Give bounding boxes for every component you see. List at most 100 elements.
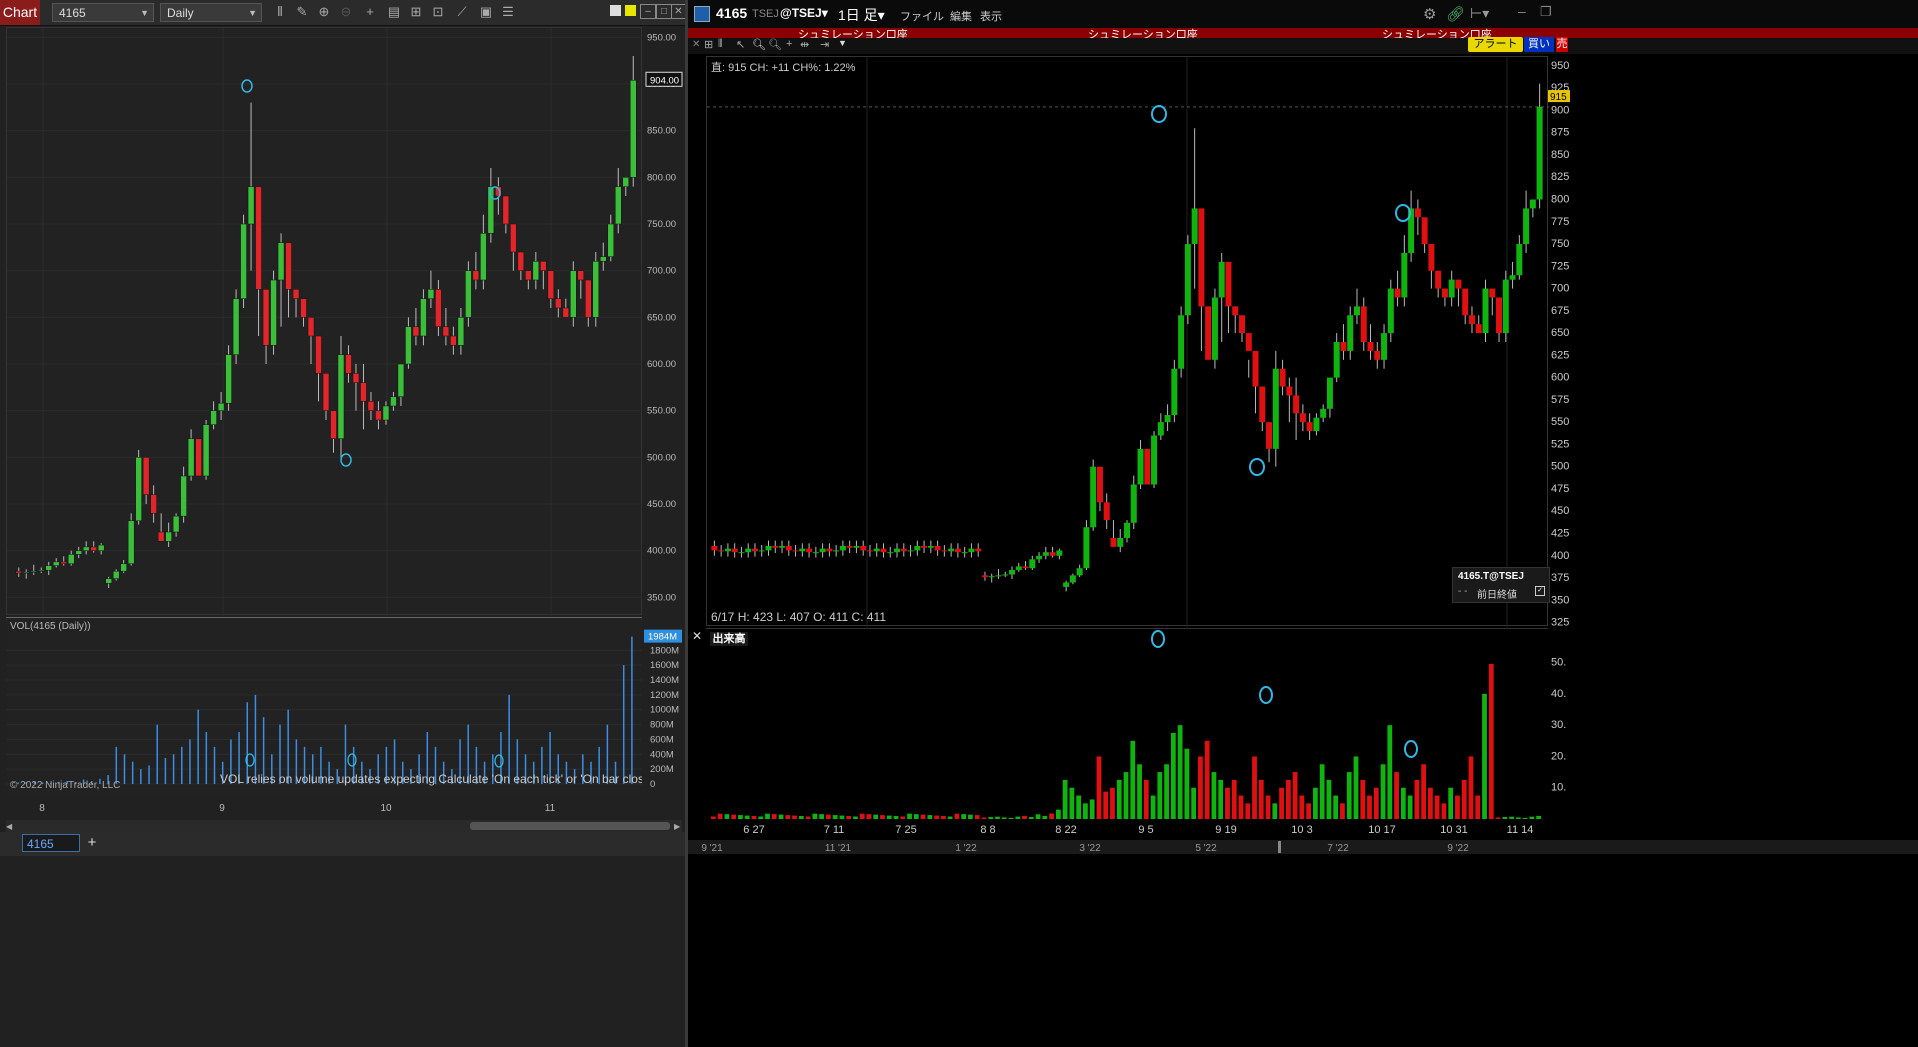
candle-body <box>961 552 968 554</box>
time-tick-label: 10 <box>380 803 392 814</box>
data-box-icon[interactable]: ▤ <box>386 4 402 20</box>
cursor-icon[interactable]: ↖ <box>736 38 745 51</box>
close-panel-icon[interactable]: ✕ <box>692 629 702 643</box>
volume-bar <box>1495 817 1501 819</box>
fit-icon[interactable]: ⇹ <box>800 38 809 51</box>
link-icon[interactable]: 🔗︎ <box>1446 5 1465 23</box>
indicators-icon[interactable]: ▣ <box>478 4 494 20</box>
candle-body <box>1482 288 1489 334</box>
overview-scrollbar[interactable]: 9 '21 11 '21 1 '22 3 '22 5 '22 7 '22 9 '22 <box>688 840 1918 854</box>
candle-body <box>210 410 217 425</box>
minimize-icon[interactable]: – <box>640 4 656 19</box>
crosshair-icon[interactable]: + <box>362 4 378 20</box>
candle-body <box>1137 448 1144 485</box>
instrument-selector[interactable]: 4165 ▼ <box>52 3 154 22</box>
price-tick-label: 750.00 <box>647 219 676 230</box>
chart-app-icon <box>694 6 710 22</box>
volume-bar <box>1482 693 1487 819</box>
time-axis[interactable]: 8 9 10 11 <box>6 797 642 817</box>
scroll-left-icon[interactable]: ◀ <box>6 822 12 831</box>
candle-body <box>1387 288 1394 334</box>
draw-icon[interactable]: ✎ <box>294 4 310 20</box>
candle-body <box>1374 350 1381 360</box>
candle-body <box>382 405 390 421</box>
gear-icon[interactable]: ⚙ <box>1423 5 1436 23</box>
bar-type-icon[interactable]: ⫴ <box>272 4 288 20</box>
zoom-out-icon[interactable]: 🔍︎ <box>768 38 782 51</box>
volume-bar <box>1299 795 1305 819</box>
close-icon[interactable]: ✕ <box>671 4 686 19</box>
buy-button[interactable]: 買い <box>1524 37 1554 52</box>
candle-body <box>1529 199 1536 209</box>
minimize-icon[interactable]: – <box>1518 3 1526 19</box>
price-panel[interactable]: 直: 915 CH: +11 CH%: 1.22% 6/17 H: 423 L:… <box>706 56 1550 627</box>
zoom-in-icon[interactable]: ⊕ <box>316 4 332 20</box>
restore-icon[interactable]: ❐ <box>1540 4 1552 20</box>
volume-bar <box>1231 779 1237 819</box>
exchange-selector[interactable]: @TSEJ▾ <box>780 6 828 20</box>
drawing-objects-icon[interactable]: ☰ <box>500 4 516 20</box>
volume-bar <box>907 813 912 819</box>
volume-panel[interactable]: VOL(4165 (Daily)) VOL relies on volume u… <box>6 617 653 795</box>
templates-icon[interactable]: ⊡ <box>430 4 446 20</box>
bars-icon[interactable]: ⫴ <box>718 38 723 51</box>
alert-button[interactable]: アラート <box>1468 37 1523 52</box>
volume-bar <box>1157 772 1163 819</box>
close-panel-icon[interactable]: ✕ <box>692 39 700 50</box>
candle-body <box>1205 306 1212 360</box>
candle-body <box>562 307 570 318</box>
volume-panel[interactable]: ✕ 出来高 <box>692 628 1548 820</box>
time-axis[interactable]: 6 27 7 11 7 25 8 8 8 22 9 5 9 19 10 3 10 17 10 31… <box>706 820 1548 838</box>
menu-edit[interactable]: 編集 <box>950 8 972 24</box>
volume-bar <box>1434 795 1440 819</box>
volume-bar <box>1448 787 1454 819</box>
volume-bar <box>1177 725 1183 819</box>
volume-bar <box>995 816 1000 819</box>
candle-body <box>82 546 90 551</box>
maximize-icon[interactable]: □ <box>656 4 672 19</box>
strategies-icon[interactable]: ⟋ <box>454 4 470 20</box>
theme-icon[interactable] <box>610 5 621 16</box>
ohlc-info: 6/17 H: 423 L: 407 O: 411 C: 411 <box>711 610 887 624</box>
sell-button[interactable]: 売 <box>1556 37 1568 52</box>
scrollbar-thumb[interactable] <box>470 822 670 830</box>
candle-body <box>225 354 232 404</box>
volume-bar <box>1258 779 1264 819</box>
volume-bar <box>1089 799 1095 819</box>
time-tick-label: 11 14 <box>1507 824 1534 836</box>
chart-tab[interactable]: 4165 <box>22 834 80 852</box>
candle-body <box>555 298 562 309</box>
scroll-end-icon[interactable]: ⇥ <box>820 38 829 51</box>
more-tools-icon[interactable]: ▼ <box>838 38 847 48</box>
volume-bar <box>1225 787 1230 819</box>
volume-tick-label: 20. <box>1551 750 1566 762</box>
price-axis[interactable]: 950.00900.00850.00800.00750.00700.00650.… <box>642 27 685 795</box>
menu-file[interactable]: ファイル <box>900 8 944 24</box>
pin-icon[interactable]: ⊢▾ <box>1470 5 1489 22</box>
volume-bar <box>751 816 757 819</box>
chart-type-icon[interactable]: ⊞ <box>704 38 713 51</box>
properties-icon[interactable]: ⊞ <box>408 4 424 20</box>
link-color-icon[interactable] <box>625 5 636 16</box>
volume-bar <box>1394 772 1399 819</box>
candle-body <box>1151 435 1158 485</box>
period-selector[interactable]: 1日 足▾ <box>838 5 885 25</box>
add-tab-button[interactable]: + <box>84 834 100 852</box>
menu-view[interactable]: 表示 <box>980 8 1002 24</box>
candle-body <box>427 289 435 299</box>
zoom-out-icon[interactable]: ⊖ <box>338 4 354 20</box>
price-panel[interactable] <box>6 27 643 616</box>
crosshair-icon[interactable]: + <box>786 38 792 50</box>
candle-body <box>860 545 867 551</box>
candle-body <box>1340 342 1347 351</box>
candle-body <box>330 410 337 439</box>
checkbox-icon[interactable]: ✓ <box>1535 586 1545 596</box>
interval-selector[interactable]: Daily ▼ <box>160 3 262 22</box>
candle-body <box>1536 106 1543 200</box>
scroll-right-icon[interactable]: ▶ <box>674 822 680 831</box>
volume-tick-label: 400M <box>650 749 674 760</box>
zoom-in-icon[interactable]: 🔍︎ <box>752 38 766 51</box>
price-axis[interactable]: 950 925 900 875 850 825 800 775 750 725 700 675 650 6… <box>1548 56 1918 820</box>
last-price-label: 915 <box>1550 92 1567 103</box>
horizontal-scrollbar[interactable]: ◀ ▶ <box>6 820 682 832</box>
